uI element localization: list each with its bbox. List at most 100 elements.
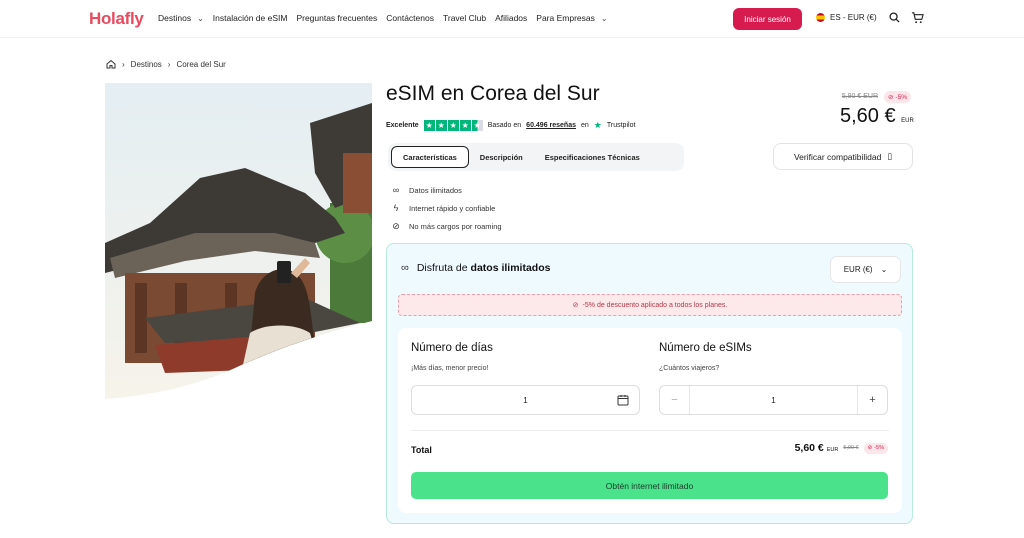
no-roaming-icon: ⊘ xyxy=(392,220,400,231)
rating-label: Excelente xyxy=(386,122,419,129)
days-input[interactable]: 1 xyxy=(411,385,640,415)
rating-stars: ★ ★ ★ ★ ★ xyxy=(423,120,483,131)
total-currency: EUR xyxy=(826,447,839,453)
list-item: ∞ Datos ilimitados xyxy=(391,181,502,199)
reviews-suffix: en xyxy=(581,122,589,129)
panel-title-prefix: Disfruta de xyxy=(416,262,468,274)
nav-link-travel-club[interactable]: Travel Club xyxy=(443,13,486,23)
cart-icon[interactable] xyxy=(911,11,924,24)
feature-label: Internet rápido y confiable xyxy=(409,203,496,213)
nav-links: Destinos ⌄ Instalación de eSIM Preguntas … xyxy=(158,13,617,23)
chevron-down-icon: ⌄ xyxy=(600,13,608,23)
chevron-right-icon: › xyxy=(167,59,171,69)
nav-link-instalacion[interactable]: Instalación de eSIM xyxy=(213,13,288,23)
panel-title-bold: datos ilimitados xyxy=(470,262,551,274)
divider xyxy=(411,430,889,431)
discount-notice: ⊘ -5% de descuento aplicado a todos los … xyxy=(398,294,902,316)
price-currency: EUR xyxy=(901,118,914,124)
infinity-icon: ∞ xyxy=(392,185,400,195)
nav-link-afiliados[interactable]: Afiliados xyxy=(495,13,527,23)
currency-select[interactable]: EUR (€) ⌄ xyxy=(830,256,901,283)
star-icon: ★ xyxy=(435,120,447,131)
tab-especificaciones[interactable]: Especificaciones Técnicas xyxy=(534,146,651,168)
language-label: ES - EUR (€) xyxy=(830,13,877,22)
verify-compatibility-button[interactable]: Verificar compatibilidad ▯ xyxy=(773,143,913,170)
page-title: eSIM en Corea del Sur xyxy=(386,82,600,105)
verify-label: Verificar compatibilidad xyxy=(793,151,882,162)
tag-icon: ⊘ xyxy=(572,302,579,309)
total-old-price: 5,90 € xyxy=(843,445,859,451)
nav-link-label: Destinos xyxy=(158,13,192,23)
feature-label: Datos ilimitados xyxy=(409,185,462,195)
nav-link-label: Instalación de eSIM xyxy=(212,13,288,23)
esims-stepper[interactable]: − 1 + xyxy=(659,385,888,415)
nav-link-destinos[interactable]: Destinos ⌄ xyxy=(158,13,204,23)
get-internet-button[interactable]: Obtén internet ilimitado xyxy=(411,472,888,499)
star-icon: ★ xyxy=(459,120,471,131)
holafly-logo[interactable]: Holafly xyxy=(89,9,144,29)
esims-value: 1 xyxy=(771,395,776,405)
esims-title: Número de eSIMs xyxy=(659,342,752,354)
chevron-right-icon: › xyxy=(122,59,125,69)
top-navbar: Holafly Destinos ⌄ Instalación de eSIM Pr… xyxy=(0,0,1024,38)
phone-check-icon: ▯ xyxy=(887,151,893,161)
star-icon: ★ xyxy=(447,120,459,131)
nav-link-label: Afiliados xyxy=(495,13,528,23)
reviews-link[interactable]: 60.496 reseñas xyxy=(526,122,576,129)
total-discount-label: -5% xyxy=(874,445,884,451)
login-button[interactable]: Iniciar sesión xyxy=(733,8,802,30)
decrement-button[interactable]: − xyxy=(660,386,690,414)
nav-link-empresas[interactable]: Para Empresas ⌄ xyxy=(536,13,607,23)
trustpilot-label: Trustpilot xyxy=(606,122,636,129)
discount-notice-text: -5% de descuento aplicado a todos los pl… xyxy=(582,301,728,309)
reviews-prefix: Basado en xyxy=(487,122,522,129)
discount-label: -5% xyxy=(895,93,908,101)
current-price: 5,60 € EUR xyxy=(840,105,914,128)
esims-subtitle: ¿Cuántos viajeros? xyxy=(659,365,720,372)
total-discount-badge: ⊘ -5% xyxy=(863,442,888,454)
currency-value: EUR (€) xyxy=(843,265,873,274)
nav-link-label: Contáctenos xyxy=(386,13,434,23)
star-half-icon: ★ xyxy=(471,120,483,131)
total-price: 5,60 € EUR xyxy=(795,442,839,454)
nav-link-label: Para Empresas xyxy=(536,13,595,23)
product-hero-image xyxy=(105,83,372,401)
breadcrumb-destinos[interactable]: Destinos xyxy=(131,60,162,69)
lightning-icon: ϟ xyxy=(393,203,399,213)
nav-link-label: Travel Club xyxy=(442,13,487,23)
tag-icon: ⊘ xyxy=(888,94,894,101)
chevron-down-icon: ⌄ xyxy=(197,13,204,23)
nav-link-label: Preguntas frecuentes xyxy=(296,13,378,23)
nav-link-contacto[interactable]: Contáctenos xyxy=(386,13,434,23)
infinity-icon: ∞ xyxy=(401,262,409,274)
total-price-value: 5,60 € xyxy=(794,442,824,454)
nav-link-faq[interactable]: Preguntas frecuentes xyxy=(296,13,377,23)
home-icon[interactable] xyxy=(106,59,116,69)
star-icon: ★ xyxy=(423,120,435,131)
spain-flag-icon xyxy=(816,13,825,22)
list-item: ϟ Internet rápido y confiable xyxy=(391,199,502,217)
price-value: 5,60 € xyxy=(840,105,896,127)
chevron-down-icon: ⌄ xyxy=(880,265,888,274)
panel-title: ∞ Disfruta de datos ilimitados xyxy=(401,262,550,274)
breadcrumb: › Destinos › Corea del Sur xyxy=(106,59,226,69)
language-currency-selector[interactable]: ES - EUR (€) xyxy=(816,13,877,22)
search-icon[interactable] xyxy=(889,12,900,23)
trustpilot-rating[interactable]: Excelente ★ ★ ★ ★ ★ Basado en 60.496 res… xyxy=(386,120,635,131)
purchase-panel: ∞ Disfruta de datos ilimitados EUR (€) ⌄… xyxy=(386,243,913,524)
tab-descripcion[interactable]: Descripción xyxy=(469,146,534,168)
breadcrumb-current: Corea del Sur xyxy=(176,59,226,69)
discount-badge: ⊘ -5% xyxy=(884,91,912,103)
tab-caracteristicas[interactable]: Características xyxy=(391,146,469,168)
tag-icon: ⊘ xyxy=(867,445,873,451)
increment-button[interactable]: + xyxy=(857,386,887,414)
days-subtitle: ¡Más días, menor precio! xyxy=(411,365,489,372)
trustpilot-star-icon: ★ xyxy=(593,120,602,130)
plan-config-card: Número de días ¡Más días, menor precio! … xyxy=(398,328,902,513)
total-summary: 5,60 € EUR 5,90 € ⊘ -5% xyxy=(795,442,888,454)
feature-list: ∞ Datos ilimitados ϟ Internet rápido y con… xyxy=(391,181,502,235)
calendar-icon[interactable] xyxy=(617,394,629,406)
old-price: 5,90 € EUR xyxy=(841,93,878,100)
feature-label: No más cargos por roaming xyxy=(409,221,502,231)
days-title: Número de días xyxy=(411,342,493,354)
